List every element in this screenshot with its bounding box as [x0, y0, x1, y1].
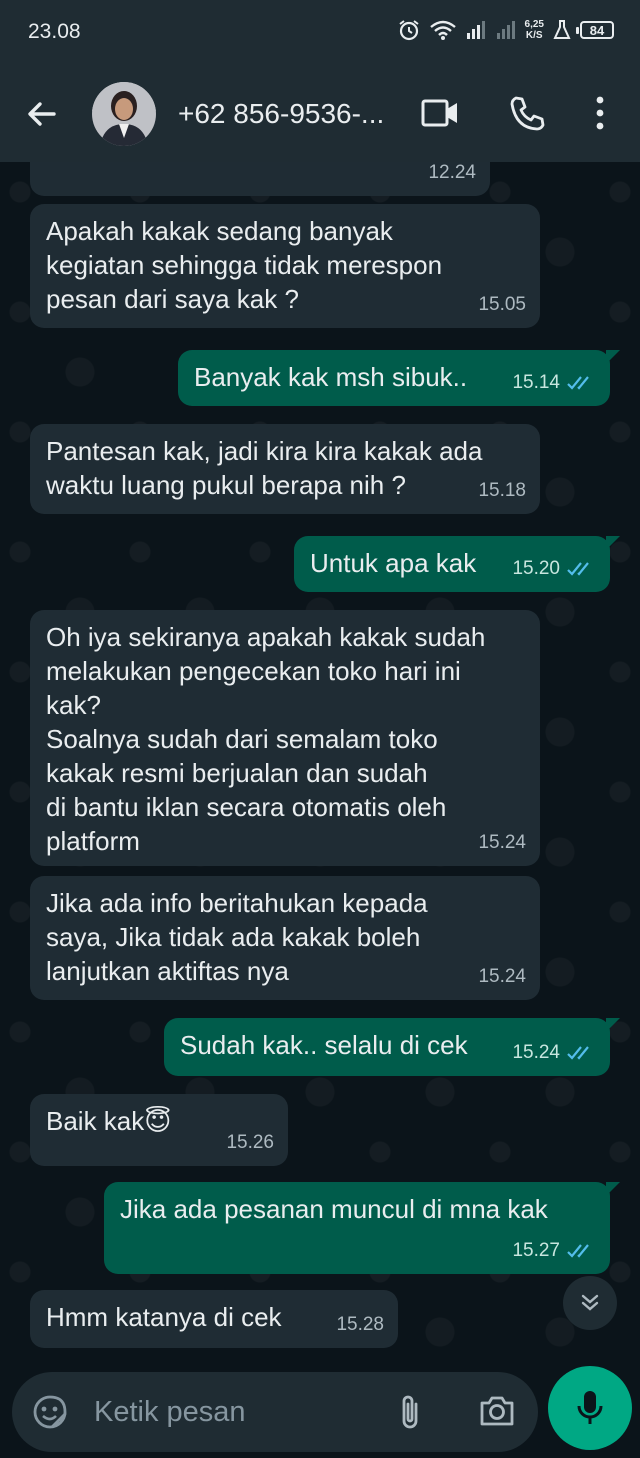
contact-avatar[interactable]	[92, 82, 156, 146]
voice-call-icon[interactable]	[508, 94, 546, 132]
read-receipt-icon	[567, 1244, 589, 1258]
double-chevron-down-icon	[581, 1294, 599, 1311]
microphone-icon	[577, 1391, 603, 1424]
message-meta: 15.26	[226, 1126, 274, 1160]
message-time: 15.24	[478, 832, 526, 853]
emoji-sticker-icon[interactable]	[32, 1394, 68, 1430]
network-speed-unit: K/S	[525, 30, 543, 41]
message-text: Jika ada info beritahukan kepada saya, J…	[46, 888, 428, 986]
signal-icon	[466, 21, 485, 39]
more-options-icon[interactable]	[592, 94, 608, 132]
video-call-icon[interactable]	[420, 96, 460, 130]
message-meta: 12.24	[428, 162, 476, 190]
read-receipt-icon	[567, 1046, 589, 1060]
message-time: 15.28	[336, 1314, 384, 1335]
message-text: Pantesan kak, jadi kira kira kakak ada w…	[46, 436, 483, 500]
message-time: 15.24	[512, 1042, 560, 1063]
message-meta: 15.24	[478, 960, 526, 994]
message-in[interactable]: Apakah kakak sedang banyak kegiatan sehi…	[30, 204, 540, 328]
message-meta: 15.20	[512, 552, 596, 586]
wifi-icon	[429, 20, 456, 40]
message-out[interactable]: Banyak kak msh sibuk.. 15.14	[178, 350, 620, 406]
message-in[interactable]: Jika ada info beritahukan kepada saya, J…	[30, 876, 540, 1000]
contact-name[interactable]: +62 856-9536-...	[178, 98, 384, 130]
chat-header: +62 856-9536-...	[0, 64, 640, 162]
message-input-placeholder: Ketik pesan	[94, 1396, 246, 1428]
network-speed-value: 6,25	[524, 19, 544, 30]
message-in[interactable]: Baik kak😇 15.26	[30, 1094, 288, 1166]
read-receipt-icon	[567, 376, 589, 390]
message-time: 12.24	[428, 162, 476, 183]
paperclip-icon[interactable]	[396, 1392, 424, 1432]
message-in[interactable]: Hmm katanya di cek 15.28	[30, 1290, 398, 1348]
message-meta: 15.24	[478, 826, 526, 860]
message-composer: Ketik pesan	[0, 1366, 640, 1458]
message-meta: 15.14	[512, 366, 596, 400]
message-text: Apakah kakak sedang banyak kegiatan sehi…	[46, 216, 443, 314]
status-bar: 23.08 6,25 K/S 84	[0, 0, 640, 64]
message-out[interactable]: Jika ada pesanan muncul di mna kak 15.27	[104, 1182, 620, 1274]
read-receipt-icon	[567, 562, 589, 576]
voice-message-button[interactable]	[548, 1366, 632, 1450]
message-text: Hmm katanya di cek	[46, 1302, 282, 1332]
back-arrow-icon[interactable]	[24, 96, 60, 132]
message-time: 15.18	[478, 480, 526, 501]
camera-icon[interactable]	[478, 1394, 516, 1428]
message-time: 15.24	[478, 966, 526, 987]
signal-icon-2	[496, 21, 515, 39]
message-meta: 15.18	[478, 474, 526, 508]
scroll-to-bottom-button[interactable]	[563, 1276, 617, 1330]
message-time: 15.27	[512, 1240, 560, 1261]
message-text: Jika ada pesanan muncul di mna kak	[120, 1194, 548, 1224]
battery-indicator: 84	[576, 21, 614, 39]
message-out[interactable]: Untuk apa kak 15.20	[294, 536, 620, 592]
alarm-icon	[398, 20, 419, 41]
message-time: 15.26	[226, 1132, 274, 1153]
message-meta: 15.24	[512, 1036, 596, 1070]
message-time: 15.14	[512, 372, 560, 393]
flask-icon	[553, 20, 571, 39]
message-out[interactable]: Sudah kak.. selalu di cek 15.24	[164, 1018, 620, 1076]
status-time: 23.08	[28, 20, 81, 43]
message-in[interactable]: 12.24	[30, 162, 490, 196]
message-time: 15.20	[512, 558, 560, 579]
message-meta: 15.05	[478, 288, 526, 322]
status-icons: 6,25 K/S 84	[397, 18, 614, 42]
message-meta: 15.27	[512, 1234, 596, 1268]
chat-messages[interactable]: 12.24 Apakah kakak sedang banyak kegiata…	[0, 162, 640, 1372]
network-speed: 6,25 K/S	[525, 19, 544, 41]
message-text: Oh iya sekiranya apakah kakak sudah mela…	[46, 622, 486, 856]
avatar-image	[92, 82, 156, 146]
message-in[interactable]: Pantesan kak, jadi kira kira kakak ada w…	[30, 424, 540, 514]
message-meta: 15.28	[336, 1308, 384, 1342]
message-time: 15.05	[478, 294, 526, 315]
message-in[interactable]: Oh iya sekiranya apakah kakak sudah mela…	[30, 610, 540, 866]
message-input[interactable]: Ketik pesan	[12, 1372, 538, 1452]
